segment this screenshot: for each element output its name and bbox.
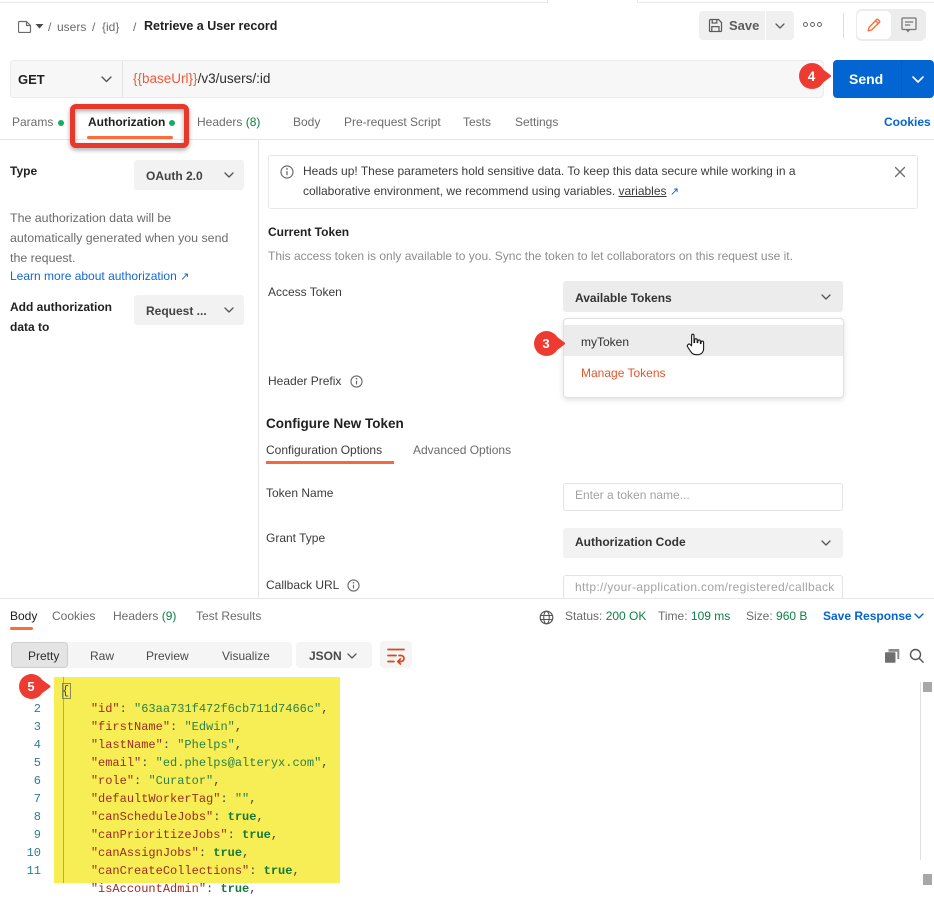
svg-text:3: 3 (542, 336, 549, 351)
svg-text:5: 5 (27, 679, 34, 694)
svg-text:4: 4 (808, 69, 816, 84)
